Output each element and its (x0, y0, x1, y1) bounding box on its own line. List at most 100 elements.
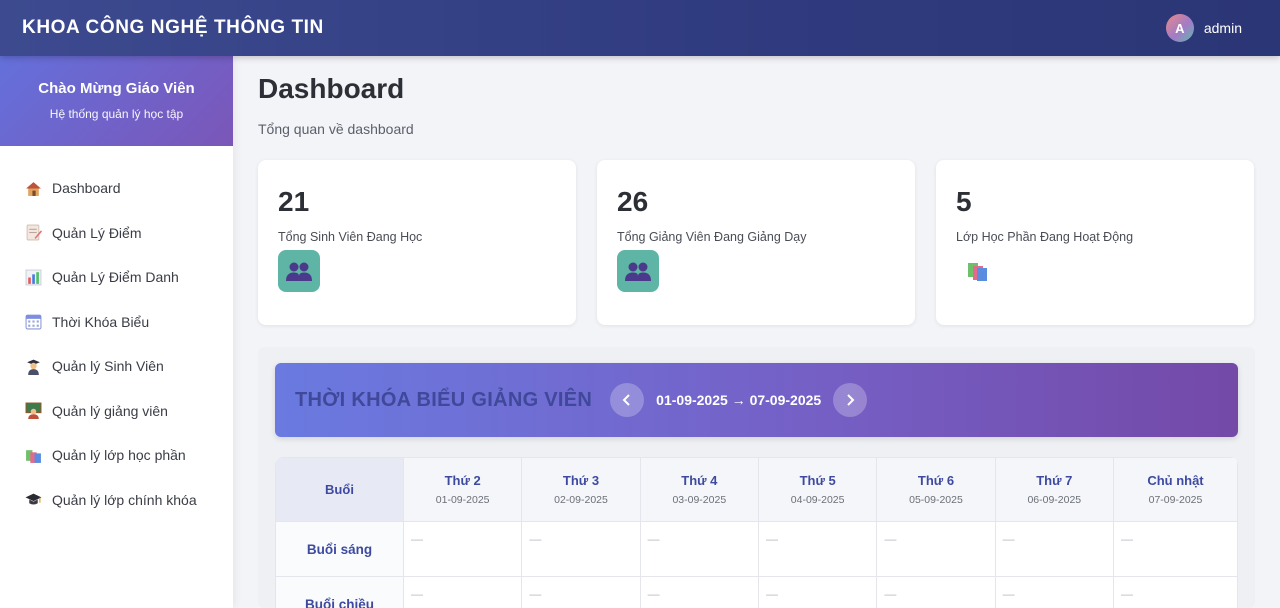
schedule-cell[interactable]: — (994, 521, 1114, 577)
sidebar-item-students[interactable]: Quản lý Sinh Viên (0, 344, 233, 389)
day-header: Chủ nhật 07-09-2025 (1112, 457, 1238, 522)
day-date: 03-09-2025 (672, 494, 727, 506)
sidebar-item-main-classes[interactable]: Quản lý lớp chính khóa (0, 478, 233, 523)
stats-row: 21 Tổng Sinh Viên Đang Học 26 Tổng Giảng… (258, 160, 1255, 325)
empty-marker: — (647, 587, 660, 601)
empty-marker: — (1002, 532, 1015, 546)
day-date: 06-09-2025 (1027, 494, 1082, 506)
schedule-cell[interactable]: — (521, 576, 641, 608)
schedule-cell[interactable]: — (639, 521, 759, 577)
sidebar-welcome: Chào Mừng Giáo Viên (38, 80, 195, 97)
day-header: Thứ 5 04-09-2025 (757, 457, 878, 522)
stat-value: 21 (278, 186, 310, 217)
week-range: 01-09-2025 → 07-09-2025 (656, 392, 822, 408)
stat-label: Tổng Giảng Viên Đang Giảng Dạy (617, 230, 807, 244)
schedule-title: THỜI KHÓA BIỂU GIẢNG VIÊN (295, 388, 593, 411)
empty-marker: — (647, 532, 660, 546)
schedule-cell[interactable]: — (876, 521, 996, 577)
sidebar-item-label: Quản lý lớp học phần (52, 447, 186, 464)
sidebar-item-course-classes[interactable]: Quản lý lớp học phần (0, 433, 233, 478)
day-name: Thứ 4 (681, 473, 718, 488)
schedule-cell[interactable]: — (402, 576, 523, 608)
empty-marker: — (411, 587, 423, 601)
top-bar: KHOA CÔNG NGHỆ THÔNG TIN A admin (0, 0, 1280, 56)
main-content: Dashboard Tổng quan về dashboard 21 Tổng… (258, 56, 1258, 325)
schedule-cell[interactable]: — (402, 521, 523, 577)
empty-marker: — (1120, 532, 1133, 546)
sidebar-item-label: Dashboard (52, 180, 121, 197)
sidebar-item-label: Quản lý Sinh Viên (52, 358, 164, 375)
sidebar-item-label: Thời Khóa Biểu (52, 313, 150, 330)
books-icon (24, 446, 42, 464)
day-date: 01-09-2025 (435, 494, 490, 506)
schedule-banner: THỜI KHÓA BIỂU GIẢNG VIÊN 01-09-2025 → 0… (275, 363, 1238, 437)
books-icon (956, 250, 998, 292)
schedule-cell[interactable]: — (1112, 521, 1238, 577)
graduation-cap-icon (24, 491, 42, 509)
day-name: Thứ 5 (799, 473, 836, 488)
schedule-cell[interactable]: — (639, 576, 759, 608)
sidebar-item-timetable[interactable]: Thời Khóa Biểu (0, 300, 233, 345)
session-label: Buổi chiều (275, 576, 404, 608)
sidebar-subtitle: Hệ thống quản lý học tập (49, 107, 184, 121)
user-menu[interactable]: A admin (1165, 14, 1242, 42)
avatar[interactable]: A (1165, 14, 1194, 42)
sidebar-menu: Dashboard Quản Lý Điểm Quản Lý Điểm Danh… (0, 146, 233, 522)
schedule-cell[interactable]: — (757, 521, 878, 577)
sidebar-item-label: Quản lý lớp chính khóa (52, 491, 197, 508)
empty-marker: — (1120, 587, 1133, 601)
stat-label: Lớp Học Phần Đang Hoạt Động (956, 230, 1134, 244)
table-row: Buổi chiều — — — — — — — (275, 576, 1238, 608)
day-name: Thứ 7 (1036, 473, 1073, 488)
house-icon (24, 179, 42, 197)
schedule-cell[interactable]: — (757, 576, 878, 608)
sidebar-item-grades[interactable]: Quản Lý Điểm (0, 211, 233, 256)
sidebar-item-attendance[interactable]: Quản Lý Điểm Danh (0, 255, 233, 300)
username[interactable]: admin (1204, 20, 1242, 36)
day-date: 02-09-2025 (554, 494, 608, 506)
day-header: Thứ 4 03-09-2025 (639, 457, 759, 522)
sidebar-item-label: Quản Lý Điểm (52, 224, 142, 241)
sidebar-item-label: Quản Lý Điểm Danh (52, 269, 179, 286)
day-name: Thứ 6 (917, 473, 955, 488)
stat-value: 5 (956, 186, 972, 217)
schedule-cell[interactable]: — (1112, 576, 1238, 608)
schedule-cell[interactable]: — (521, 521, 641, 577)
memo-icon (24, 224, 42, 242)
prev-week-button[interactable] (610, 383, 645, 417)
empty-marker: — (1002, 587, 1015, 601)
day-header: Thứ 6 05-09-2025 (876, 457, 996, 522)
stat-card-lecturers: 26 Tổng Giảng Viên Đang Giảng Dạy (597, 160, 915, 325)
stat-label: Tổng Sinh Viên Đang Học (278, 230, 423, 244)
people-icon (278, 250, 320, 292)
chevron-left-icon (622, 394, 630, 406)
sidebar-item-dashboard[interactable]: Dashboard (0, 166, 233, 211)
timetable: Buổi Thứ 2 01-09-2025 Thứ 3 02-09-2025 Thứ… (275, 457, 1238, 608)
app-title: KHOA CÔNG NGHỆ THÔNG TIN (22, 17, 324, 38)
page-title: Dashboard (258, 73, 405, 104)
schedule-panel: THỜI KHÓA BIỂU GIẢNG VIÊN 01-09-2025 → 0… (258, 347, 1255, 608)
stat-card-students: 21 Tổng Sinh Viên Đang Học (258, 160, 576, 325)
sidebar-item-lecturers[interactable]: Quản lý giảng viên (0, 389, 233, 434)
empty-marker: — (529, 587, 542, 601)
day-date: 04-09-2025 (790, 494, 845, 506)
table-row: Buổi sáng — — — — — — — (275, 521, 1238, 577)
sidebar-header: Chào Mừng Giáo Viên Hệ thống quản lý học… (0, 56, 233, 146)
schedule-cell[interactable]: — (994, 576, 1114, 608)
day-name: Chủ nhật (1147, 473, 1204, 488)
chevron-right-icon (847, 394, 855, 406)
page-subtitle: Tổng quan về dashboard (258, 121, 414, 137)
day-name: Thứ 2 (444, 473, 481, 488)
day-header: Thứ 3 02-09-2025 (521, 457, 641, 522)
stat-card-classes: 5 Lớp Học Phần Đang Hoạt Động (936, 160, 1254, 325)
schedule-cell[interactable]: — (876, 576, 996, 608)
timetable-header-row: Buổi Thứ 2 01-09-2025 Thứ 3 02-09-2025 Thứ… (275, 457, 1238, 522)
sidebar: Chào Mừng Giáo Viên Hệ thống quản lý học… (0, 56, 233, 608)
next-week-button[interactable] (833, 383, 868, 417)
student-icon (24, 357, 42, 375)
day-date: 05-09-2025 (909, 494, 963, 506)
sidebar-item-label: Quản lý giảng viên (52, 402, 168, 419)
people-icon (617, 250, 659, 292)
session-header: Buổi (275, 457, 404, 522)
empty-marker: — (411, 532, 423, 546)
